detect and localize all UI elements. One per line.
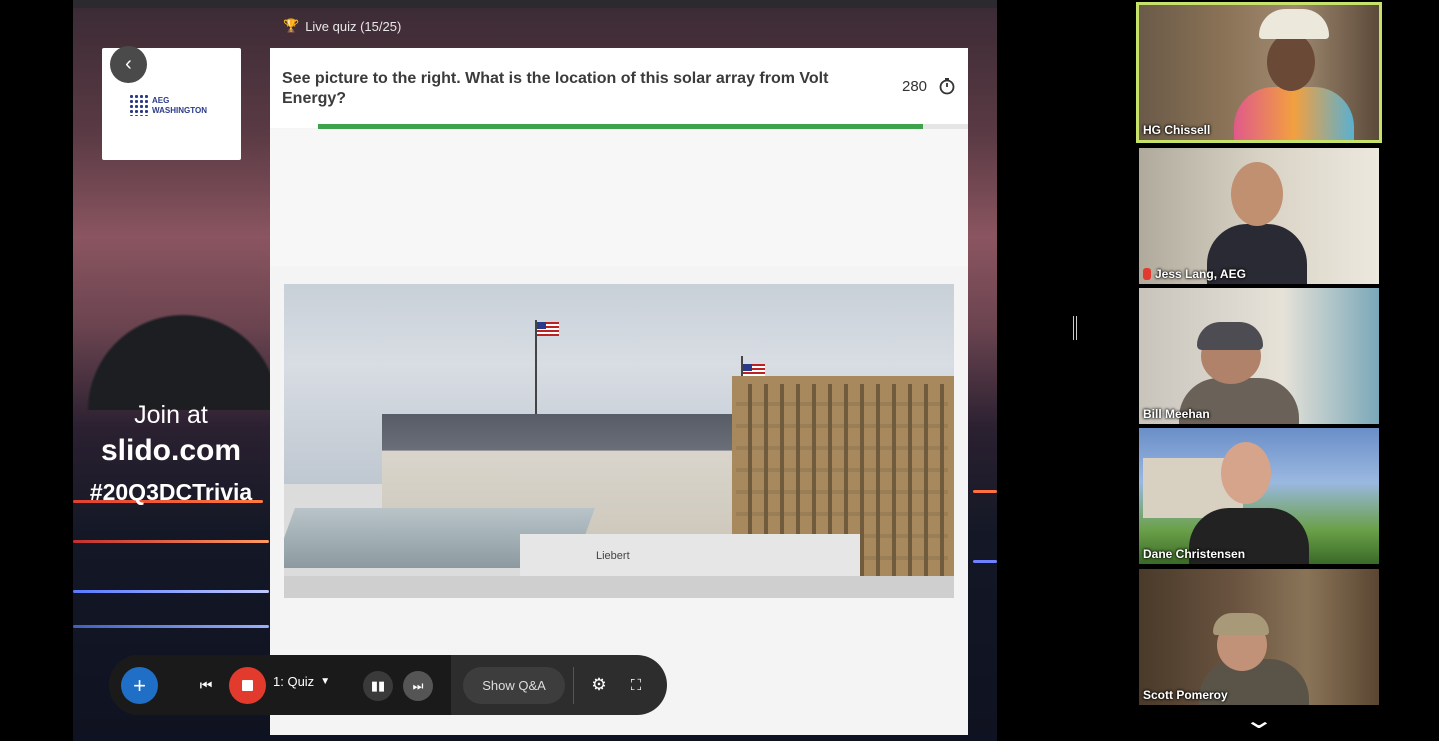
participant-tile[interactable]: HG Chissell	[1136, 2, 1382, 143]
logo-text-line2: WASHINGTON	[152, 106, 207, 115]
participant-name: Dane Christensen	[1143, 547, 1246, 561]
stop-icon	[242, 680, 253, 691]
light-streak	[73, 540, 269, 543]
participant-face	[1221, 442, 1271, 504]
participant-name-label: Jess Lang, AEG	[1143, 267, 1246, 281]
split-view-handle[interactable]	[1073, 316, 1077, 340]
background-hill	[73, 300, 273, 410]
us-flag	[537, 322, 559, 336]
participant-face	[1231, 162, 1283, 226]
question-text: See picture to the right. What is the lo…	[282, 70, 829, 107]
mic-muted-icon	[1143, 268, 1151, 280]
join-instructions: Join at slido.com #20Q3DCTrivia	[73, 400, 269, 512]
logo-text: AEG WASHINGTON	[152, 96, 207, 116]
results-button[interactable]: ▮▮	[363, 671, 393, 701]
stop-button[interactable]	[229, 667, 266, 704]
next-icon: ⏭	[412, 678, 424, 693]
mode-label: 1: Quiz	[273, 674, 315, 689]
previous-button[interactable]: ⏮	[193, 672, 219, 698]
chevron-down-icon: ▼	[320, 676, 331, 687]
previous-icon: ⏮	[199, 676, 213, 693]
next-button[interactable]: ⏭	[403, 671, 433, 701]
chevron-down-icon: ⌄	[1242, 707, 1276, 734]
logo-mark	[129, 94, 149, 116]
rooftop-unit	[520, 534, 860, 582]
participant-tile[interactable]: Dane Christensen	[1139, 428, 1379, 564]
plus-icon: +	[133, 672, 146, 698]
question-photo: Liebert	[284, 284, 954, 598]
light-streak	[73, 625, 269, 628]
participant-face	[1267, 33, 1315, 91]
stopwatch-icon	[939, 78, 955, 95]
shared-screen: AEG WASHINGTON ‹ Join at slido.com #20Q3…	[73, 0, 997, 741]
participant-figure	[1234, 87, 1354, 140]
join-line1: Join at	[134, 401, 208, 429]
participant-cap	[1197, 322, 1263, 350]
logo-text-line1: AEG	[152, 96, 170, 105]
show-qa-button[interactable]: Show Q&A	[463, 667, 565, 704]
participant-tile[interactable]: Jess Lang, AEG	[1139, 148, 1379, 284]
rooftop-sign: Liebert	[596, 550, 630, 562]
participant-hat	[1259, 9, 1329, 39]
settings-button[interactable]: ⚙	[586, 672, 612, 698]
participant-tile[interactable]: Bill Meehan	[1139, 288, 1379, 424]
question-header: See picture to the right. What is the lo…	[270, 48, 968, 128]
participant-name: HG Chissell	[1143, 123, 1211, 137]
scroll-gallery-down-button[interactable]: ⌄	[1233, 709, 1284, 733]
participant-name: Bill Meehan	[1143, 407, 1210, 421]
chevron-left-icon: ‹	[125, 53, 132, 75]
fullscreen-icon: ⛶	[630, 676, 642, 694]
fullscreen-button[interactable]: ⛶	[623, 672, 649, 698]
participant-tile[interactable]: Scott Pomeroy	[1139, 569, 1379, 705]
share-top-bar	[73, 0, 997, 8]
quiz-status-label: Live quiz (15/25)	[305, 18, 402, 34]
gear-icon: ⚙	[591, 675, 607, 694]
add-button[interactable]: +	[121, 667, 158, 704]
participant-name: Scott Pomeroy	[1143, 688, 1228, 702]
participant-cap	[1213, 613, 1269, 635]
event-hashtag: #20Q3DCTrivia	[89, 479, 253, 505]
quiz-status: 🏆 Live quiz (15/25)	[283, 18, 401, 34]
participant-name: Jess Lang, AEG	[1155, 267, 1246, 281]
photo-footer	[284, 576, 954, 598]
trophy-icon: 🏆	[283, 18, 300, 33]
light-streak	[73, 590, 269, 593]
zoom-meeting-window: AEG WASHINGTON ‹ Join at slido.com #20Q3…	[0, 0, 1439, 741]
quiz-question-card: See picture to the right. What is the lo…	[270, 48, 968, 735]
mode-selector[interactable]: 1: Quiz ▼	[273, 674, 330, 689]
back-button[interactable]: ‹	[110, 46, 147, 83]
question-spacer	[270, 129, 968, 266]
join-url: slido.com	[100, 434, 242, 467]
light-streak	[973, 490, 997, 493]
points-value: 280	[902, 78, 928, 95]
toolbar-divider	[573, 667, 574, 704]
light-streak	[973, 560, 997, 563]
results-icon: ▮▮	[370, 678, 386, 693]
